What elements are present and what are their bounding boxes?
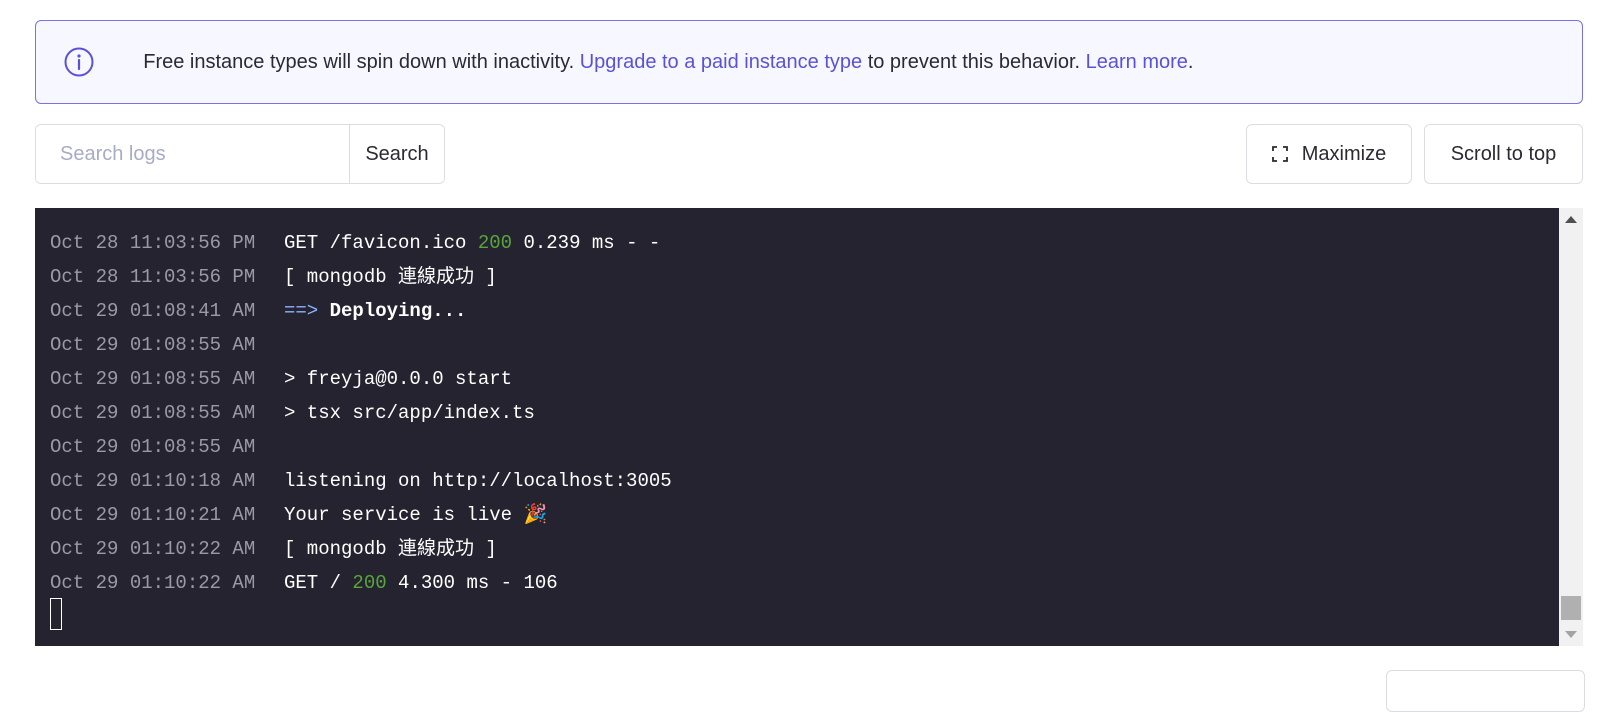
log-lines: Oct 28 11:03:56 PM GET /favicon.ico 200 0…: [50, 226, 672, 600]
log-line: Oct 29 01:10:21 AM Your service is live 🎉: [50, 498, 672, 532]
log-message: 4.300 ms - 106: [386, 572, 558, 594]
banner-text: Free instance types will spin down with …: [143, 50, 580, 73]
log-timestamp: Oct 29 01:10:22 AM: [50, 572, 256, 594]
scroll-to-top-label: Scroll to top: [1450, 142, 1557, 165]
banner-text-middle: to prevent this behavior.: [862, 50, 1086, 73]
search-button[interactable]: Search: [350, 125, 444, 183]
log-line: Oct 29 01:08:55 AM > tsx src/app/index.ts: [50, 396, 672, 430]
scrollbar-thumb[interactable]: [1561, 596, 1581, 620]
log-timestamp: Oct 28 11:03:56 PM: [50, 266, 256, 288]
log-message: GET /: [284, 572, 353, 594]
terminal-cursor: [50, 598, 62, 630]
log-timestamp: Oct 29 01:08:55 AM: [50, 334, 256, 356]
log-timestamp: Oct 29 01:08:55 AM: [50, 368, 256, 390]
upgrade-link[interactable]: Upgrade to a paid instance type: [580, 51, 862, 73]
scroll-up-arrow-icon[interactable]: [1565, 216, 1577, 223]
learn-more-link[interactable]: Learn more: [1086, 51, 1188, 73]
log-terminal[interactable]: Oct 28 11:03:56 PM GET /favicon.ico 200 0…: [35, 208, 1583, 646]
log-timestamp: Oct 29 01:08:55 AM: [50, 436, 256, 458]
scroll-down-arrow-icon[interactable]: [1565, 631, 1577, 638]
log-message: ==>: [284, 300, 330, 322]
log-message: Your service is live 🎉: [284, 504, 548, 526]
info-banner: Free instance types will spin down with …: [35, 20, 1583, 104]
banner-text-end: .: [1187, 50, 1194, 73]
log-message: listening on http://localhost:3005: [284, 470, 672, 492]
log-line: Oct 29 01:10:22 AM [ mongodb 連線成功 ]: [50, 532, 672, 566]
log-message: Deploying...: [329, 300, 467, 322]
status-code: 200: [477, 232, 513, 254]
scroll-to-top-button[interactable]: Scroll to top: [1424, 124, 1583, 184]
banner-message: Free instance types will spin down with …: [121, 28, 1193, 97]
bottom-right-button[interactable]: [1386, 670, 1585, 712]
status-code: 200: [352, 572, 387, 594]
log-line: Oct 29 01:08:55 AM > freyja@0.0.0 start: [50, 362, 672, 396]
log-line: Oct 29 01:08:55 AM: [50, 328, 672, 362]
log-timestamp: Oct 29 01:08:41 AM: [50, 300, 256, 322]
maximize-label: Maximize: [1301, 142, 1387, 165]
log-line: Oct 29 01:10:18 AM listening on http://lo…: [50, 464, 672, 498]
log-timestamp: Oct 29 01:08:55 AM: [50, 402, 256, 424]
info-circle-icon: [64, 47, 94, 77]
log-line: Oct 29 01:08:41 AM ==> Deploying...: [50, 294, 672, 328]
log-message: 0.239 ms - -: [512, 232, 661, 254]
maximize-button[interactable]: Maximize: [1246, 124, 1412, 184]
log-message: > tsx src/app/index.ts: [284, 402, 535, 424]
log-line: Oct 28 11:03:56 PM GET /favicon.ico 200 0…: [50, 226, 672, 260]
log-message: [ mongodb 連線成功 ]: [284, 266, 497, 288]
maximize-icon: [1271, 146, 1288, 162]
log-message: > freyja@0.0.0 start: [284, 368, 513, 390]
log-timestamp: Oct 29 01:10:18 AM: [50, 470, 256, 492]
log-line: Oct 28 11:03:56 PM [ mongodb 連線成功 ]: [50, 260, 672, 294]
log-timestamp: Oct 28 11:03:56 PM: [50, 232, 256, 254]
log-timestamp: Oct 29 01:10:21 AM: [50, 504, 256, 526]
log-line: Oct 29 01:08:55 AM: [50, 430, 672, 464]
search-group: Search: [35, 124, 445, 184]
log-timestamp: Oct 29 01:10:22 AM: [50, 538, 256, 560]
log-message: GET /favicon.ico: [284, 232, 478, 254]
log-line: Oct 29 01:10:22 AM GET / 200 4.300 ms - 1…: [50, 566, 672, 600]
log-scrollbar[interactable]: [1559, 208, 1583, 646]
search-logs-input[interactable]: [36, 125, 350, 183]
log-message: [ mongodb 連線成功 ]: [284, 538, 497, 560]
